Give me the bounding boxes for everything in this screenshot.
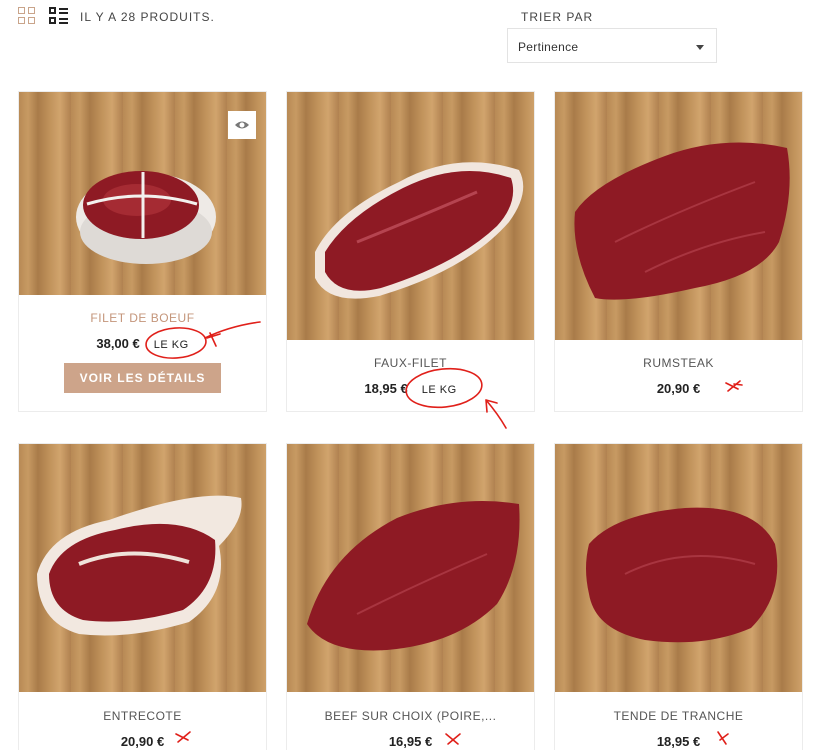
product-price: 20,90 € bbox=[120, 734, 165, 749]
product-price: 18,95 € bbox=[656, 734, 701, 749]
sort-label: TRIER PAR bbox=[521, 10, 594, 24]
product-price: 20,90 € bbox=[656, 381, 701, 396]
product-image[interactable] bbox=[555, 444, 802, 692]
price-row: 20,90 € bbox=[555, 381, 802, 396]
product-price: 16,95 € bbox=[388, 734, 433, 749]
view-details-button[interactable]: VOIR LES DÉTAILS bbox=[64, 363, 221, 393]
quick-view-button[interactable] bbox=[228, 111, 256, 139]
product-price: 18,95 € bbox=[364, 381, 408, 396]
product-card[interactable]: TENDE DE TRANCHE 18,95 € bbox=[554, 443, 803, 750]
product-card[interactable]: FILET DE BOEUF 38,00 € LE KG VOIR LES DÉT… bbox=[18, 91, 267, 412]
grid-view-icon[interactable] bbox=[18, 7, 36, 25]
product-card[interactable]: BEEF SUR CHOIX (POIRE,... 16,95 € bbox=[286, 443, 535, 750]
price-unit: LE KG bbox=[153, 339, 189, 351]
product-image[interactable] bbox=[555, 92, 802, 340]
product-count: IL Y A 28 PRODUITS. bbox=[80, 10, 215, 24]
price-unit: LE KG bbox=[421, 384, 457, 396]
product-image[interactable] bbox=[19, 444, 266, 692]
product-name[interactable]: TENDE DE TRANCHE bbox=[555, 709, 802, 723]
product-name[interactable]: BEEF SUR CHOIX (POIRE,... bbox=[287, 709, 534, 723]
price-row: 20,90 € bbox=[19, 734, 266, 749]
eye-icon bbox=[235, 121, 249, 129]
product-list-toolbar: IL Y A 28 PRODUITS. TRIER PAR Pertinence bbox=[0, 0, 824, 80]
product-name[interactable]: RUMSTEAK bbox=[555, 356, 802, 370]
price-row: 18,95 € bbox=[555, 734, 802, 749]
product-name[interactable]: FILET DE BOEUF bbox=[19, 311, 266, 325]
product-image[interactable] bbox=[287, 92, 534, 340]
product-name[interactable]: FAUX-FILET bbox=[287, 356, 534, 370]
product-price: 38,00 € bbox=[96, 336, 140, 351]
product-card[interactable]: RUMSTEAK 20,90 € bbox=[554, 91, 803, 412]
product-card[interactable]: ENTRECOTE 20,90 € bbox=[18, 443, 267, 750]
price-row: 38,00 € LE KG bbox=[19, 336, 266, 351]
price-row: 16,95 € bbox=[287, 734, 534, 749]
product-image[interactable] bbox=[287, 444, 534, 692]
chevron-down-icon bbox=[696, 45, 704, 50]
product-name[interactable]: ENTRECOTE bbox=[19, 709, 266, 723]
price-row: 18,95 € LE KG bbox=[287, 381, 534, 396]
product-image[interactable] bbox=[19, 92, 266, 295]
sort-select[interactable]: Pertinence bbox=[507, 28, 717, 63]
sort-selected-value: Pertinence bbox=[518, 40, 579, 54]
list-view-icon[interactable] bbox=[49, 6, 69, 26]
product-card[interactable]: FAUX-FILET 18,95 € LE KG bbox=[286, 91, 535, 412]
